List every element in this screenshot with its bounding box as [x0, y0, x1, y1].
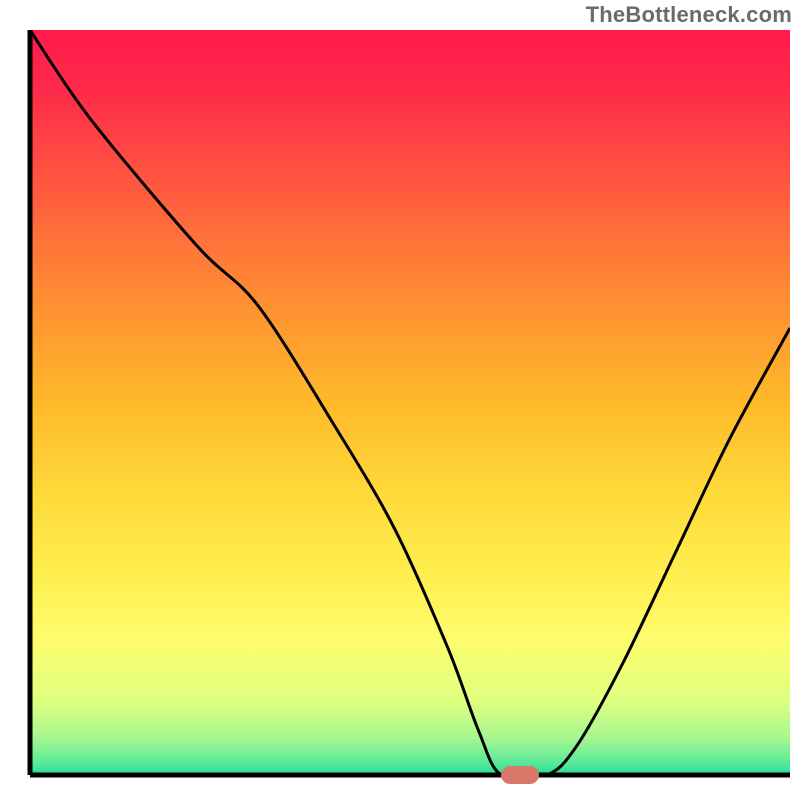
- watermark-label: TheBottleneck.com: [586, 2, 792, 28]
- plot-svg: [0, 0, 800, 800]
- optimum-marker: [501, 766, 539, 784]
- gradient-background: [30, 30, 790, 775]
- bottleneck-chart: TheBottleneck.com: [0, 0, 800, 800]
